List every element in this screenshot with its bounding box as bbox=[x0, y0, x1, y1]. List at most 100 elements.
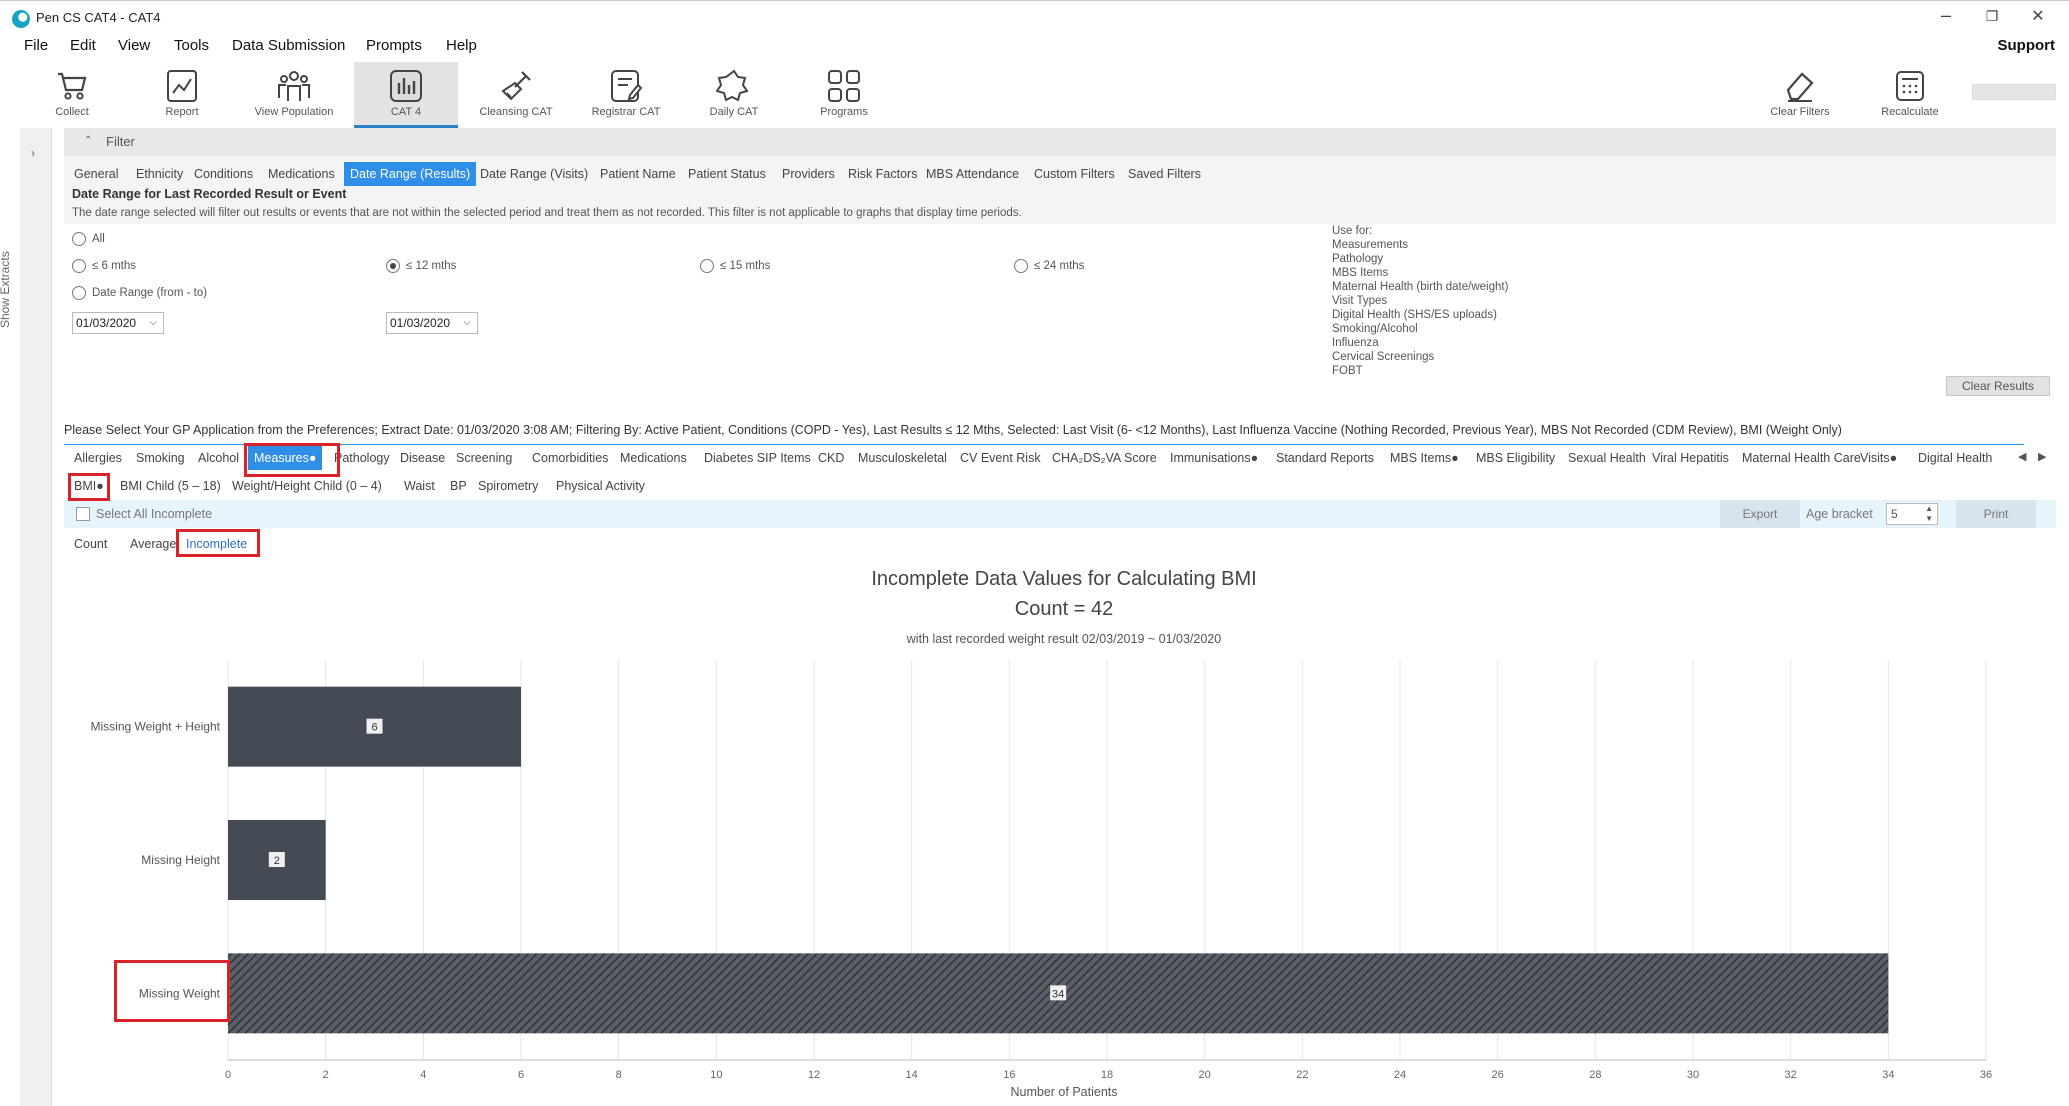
tab-physical-activity[interactable]: Physical Activity bbox=[550, 474, 651, 498]
cat4-button[interactable]: CAT 4 bbox=[354, 62, 458, 128]
scroll-right-icon[interactable]: ▶ bbox=[2038, 450, 2046, 463]
tab-average[interactable]: Average bbox=[124, 532, 182, 556]
tab-patient-name[interactable]: Patient Name bbox=[594, 162, 682, 186]
tab-count[interactable]: Count bbox=[68, 532, 113, 556]
tab-saved-filters[interactable]: Saved Filters bbox=[1122, 162, 1207, 186]
date-from-picker[interactable]: 01/03/2020 ⌵ bbox=[72, 312, 164, 334]
tab-pathology[interactable]: Pathology bbox=[328, 446, 396, 470]
support-link[interactable]: Support bbox=[1998, 37, 2056, 54]
tab-medications[interactable]: Medications bbox=[262, 162, 341, 186]
clear-results-button[interactable]: Clear Results bbox=[1946, 376, 2050, 396]
daily-cat-button[interactable]: Daily CAT bbox=[694, 62, 774, 128]
collapse-chevron-icon[interactable]: ⌃ bbox=[84, 135, 92, 146]
window-title: Pen CS CAT4 - CAT4 bbox=[36, 10, 161, 25]
radio-24-months[interactable] bbox=[1014, 259, 1028, 273]
bmi-incomplete-chart: Incomplete Data Values for Calculating B… bbox=[64, 560, 2056, 1106]
tab-incomplete[interactable]: Incomplete bbox=[180, 532, 253, 556]
clear-filters-button[interactable]: Clear Filters bbox=[1760, 62, 1840, 128]
menu-help[interactable]: Help bbox=[446, 37, 477, 54]
tab-bmi[interactable]: BMI● bbox=[68, 474, 110, 498]
tab-allergies[interactable]: Allergies bbox=[68, 446, 128, 470]
tab-medications-results[interactable]: Medications bbox=[614, 446, 693, 470]
x-tick-label: 30 bbox=[1687, 1069, 1699, 1081]
menu-data-submission[interactable]: Data Submission bbox=[232, 37, 345, 54]
menu-view[interactable]: View bbox=[118, 37, 150, 54]
select-all-checkbox[interactable] bbox=[76, 507, 90, 521]
date-range-description: The date range selected will filter out … bbox=[72, 207, 1022, 219]
recalculate-button[interactable]: Recalculate bbox=[1870, 62, 1950, 128]
radio-12-months-label: ≤ 12 mths bbox=[406, 260, 457, 272]
tab-mbs-attendance[interactable]: MBS Attendance bbox=[920, 162, 1025, 186]
radio-all[interactable] bbox=[72, 232, 86, 246]
tab-visits[interactable]: Visits● bbox=[1854, 446, 1903, 470]
data-label: 6 bbox=[371, 722, 377, 734]
tab-bp[interactable]: BP bbox=[444, 474, 473, 498]
eraser-icon bbox=[1786, 72, 1814, 102]
radio-all-label: All bbox=[92, 233, 105, 245]
tab-smoking[interactable]: Smoking bbox=[130, 446, 191, 470]
expand-arrow-icon[interactable]: › bbox=[31, 146, 35, 160]
minimize-button[interactable]: – bbox=[1926, 5, 1966, 29]
data-label: 2 bbox=[274, 855, 280, 867]
menu-tools[interactable]: Tools bbox=[174, 37, 209, 54]
menu-prompts[interactable]: Prompts bbox=[366, 37, 422, 54]
close-button[interactable]: ✕ bbox=[2018, 6, 2058, 30]
tab-maternal-health-care[interactable]: Maternal Health Care bbox=[1736, 446, 1867, 470]
tab-alcohol[interactable]: Alcohol bbox=[192, 446, 245, 470]
tab-patient-status[interactable]: Patient Status bbox=[682, 162, 772, 186]
tab-bmi-child[interactable]: BMI Child (5 – 18) bbox=[114, 474, 227, 498]
tab-musculoskeletal[interactable]: Musculoskeletal bbox=[852, 446, 953, 470]
radio-12-months[interactable] bbox=[386, 259, 400, 273]
scroll-left-icon[interactable]: ◀ bbox=[2018, 450, 2026, 463]
use-for-item: Pathology bbox=[1332, 253, 1384, 265]
registrar-cat-button[interactable]: Registrar CAT bbox=[580, 62, 672, 128]
show-extracts-panel[interactable]: › Show Extracts bbox=[0, 128, 52, 1106]
tab-digital-health[interactable]: Digital Health bbox=[1912, 446, 1998, 470]
menu-edit[interactable]: Edit bbox=[70, 37, 96, 54]
chart-plot: Missing Weight + Height 6 Missing Height 2 M… bbox=[90, 660, 1992, 1099]
tab-custom-filters[interactable]: Custom Filters bbox=[1028, 162, 1121, 186]
tab-diabetes-sip-items[interactable]: Diabetes SIP Items bbox=[698, 446, 817, 470]
tab-date-range-results[interactable]: Date Range (Results) bbox=[344, 162, 477, 186]
tab-providers[interactable]: Providers bbox=[776, 162, 841, 186]
tab-waist[interactable]: Waist bbox=[398, 474, 441, 498]
tab-ethnicity[interactable]: Ethnicity bbox=[130, 162, 189, 186]
tab-screening[interactable]: Screening bbox=[450, 446, 518, 470]
tab-mbs-eligibility[interactable]: MBS Eligibility bbox=[1470, 446, 1561, 470]
tab-immunisations[interactable]: Immunisations● bbox=[1164, 446, 1264, 470]
filter-header[interactable]: ⌃ Filter bbox=[64, 128, 2056, 156]
collect-button[interactable]: Collect bbox=[40, 62, 104, 128]
tab-risk-factors[interactable]: Risk Factors bbox=[842, 162, 923, 186]
progress-bar bbox=[1972, 84, 2056, 100]
radio-15-months[interactable] bbox=[700, 259, 714, 273]
tab-cha2ds2va-score[interactable]: CHA₂DS₂VA Score bbox=[1046, 446, 1163, 470]
stepper-arrows-icon[interactable]: ▲ ▼ bbox=[1925, 504, 1933, 524]
cleansing-cat-button[interactable]: Cleansing CAT bbox=[470, 62, 562, 128]
toolbar: Collect Report View Population CAT 4 Cle… bbox=[0, 62, 2069, 128]
date-to-picker[interactable]: 01/03/2020 ⌵ bbox=[386, 312, 478, 334]
age-bracket-stepper[interactable]: 5 ▲ ▼ bbox=[1886, 503, 1938, 525]
tab-disease[interactable]: Disease bbox=[394, 446, 451, 470]
menu-file[interactable]: File bbox=[24, 37, 48, 54]
programs-button[interactable]: Programs bbox=[804, 62, 884, 128]
tab-comorbidities[interactable]: Comorbidities bbox=[526, 446, 614, 470]
tab-date-range-visits[interactable]: Date Range (Visits) bbox=[474, 162, 594, 186]
tab-viral-hepatitis[interactable]: Viral Hepatitis bbox=[1646, 446, 1735, 470]
maximize-button[interactable]: ❐ bbox=[1972, 8, 2012, 32]
tab-mbs-items[interactable]: MBS Items● bbox=[1384, 446, 1465, 470]
report-button[interactable]: Report bbox=[150, 62, 214, 128]
tab-weight-height-child[interactable]: Weight/Height Child (0 – 4) bbox=[226, 474, 388, 498]
tab-sexual-health[interactable]: Sexual Health bbox=[1562, 446, 1652, 470]
view-population-button[interactable]: View Population bbox=[244, 62, 344, 128]
tab-ckd[interactable]: CKD bbox=[812, 446, 850, 470]
tab-cv-event-risk[interactable]: CV Event Risk bbox=[954, 446, 1047, 470]
tab-spirometry[interactable]: Spirometry bbox=[472, 474, 544, 498]
tab-standard-reports[interactable]: Standard Reports bbox=[1270, 446, 1380, 470]
tab-general[interactable]: General bbox=[68, 162, 124, 186]
tab-measures[interactable]: Measures● bbox=[248, 446, 323, 470]
print-button[interactable]: Print bbox=[1956, 500, 2036, 528]
tab-conditions[interactable]: Conditions bbox=[188, 162, 259, 186]
radio-date-range[interactable] bbox=[72, 286, 86, 300]
radio-6-months[interactable] bbox=[72, 259, 86, 273]
export-button[interactable]: Export bbox=[1720, 500, 1800, 528]
